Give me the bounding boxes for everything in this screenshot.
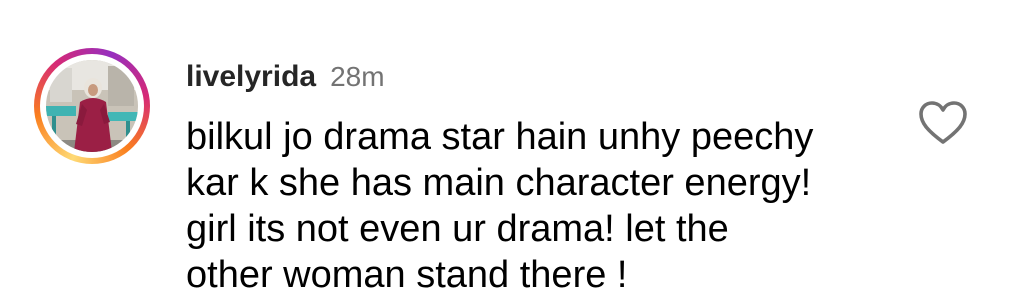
heart-outline-icon [919, 101, 967, 144]
timestamp: 28m [330, 61, 385, 92]
profile-photo [46, 60, 138, 152]
username[interactable]: livelyrida [186, 60, 316, 94]
story-ring-avatar[interactable] [34, 48, 150, 164]
comment-header: livelyrida 28m [186, 60, 385, 100]
comment-text-line: girl its not even ur drama! let the [186, 208, 729, 250]
comment-text-line: kar k she has main character energy! [186, 162, 812, 204]
comment-item: livelyrida 28m bilkul jo drama star hain… [0, 0, 1024, 296]
comment-text-line: other woman stand there ! [186, 254, 628, 296]
avatar[interactable] [46, 60, 138, 152]
comment-text: bilkul jo drama star hain unhy peechy ka… [186, 114, 886, 296]
comment-text-line: bilkul jo drama star hain unhy peechy [186, 116, 814, 158]
like-button[interactable] [918, 100, 968, 146]
